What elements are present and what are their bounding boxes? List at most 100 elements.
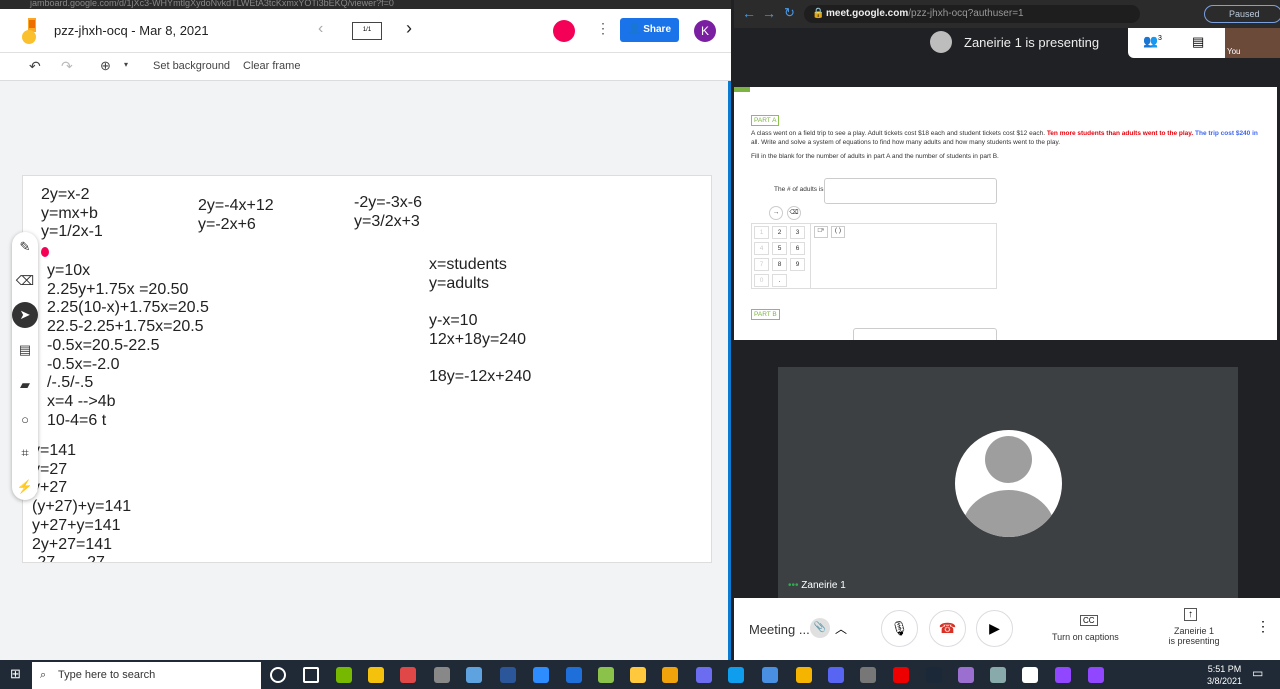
more-options-icon[interactable]: ⋮ bbox=[1256, 618, 1270, 635]
discord-icon[interactable] bbox=[860, 667, 876, 683]
mail-icon[interactable] bbox=[796, 667, 812, 683]
mic-button[interactable]: 🎙 bbox=[881, 610, 918, 647]
steam-icon[interactable] bbox=[958, 667, 974, 683]
keypad-key[interactable]: 3 bbox=[790, 226, 805, 239]
collaborator-avatar[interactable] bbox=[553, 20, 575, 42]
keypad-key[interactable]: 6 bbox=[790, 242, 805, 255]
app-icon[interactable] bbox=[598, 667, 614, 683]
clock[interactable]: 5:51 PM 3/8/2021 bbox=[1207, 663, 1242, 687]
adults-label: The # of adults is bbox=[774, 186, 824, 193]
presenting-button[interactable]: Zaneirie 1 is presenting bbox=[1159, 626, 1229, 646]
people-icon[interactable]: 👥3 bbox=[1143, 34, 1162, 48]
prev-frame-icon[interactable]: ‹ bbox=[318, 20, 323, 38]
eraser-icon[interactable]: ⌫ bbox=[12, 268, 38, 294]
clear-frame-button[interactable]: Clear frame bbox=[243, 60, 300, 72]
exponent-key[interactable]: □ⁿ bbox=[814, 226, 828, 238]
present-icon[interactable]: ↑ bbox=[1184, 608, 1197, 621]
participant-tile: ••• Zaneirie 1 bbox=[778, 367, 1238, 598]
keypad-key[interactable]: 7 bbox=[754, 258, 769, 271]
note-col3: -2y=-3x-6 y=3/2x+3 bbox=[354, 194, 423, 230]
app-icon[interactable] bbox=[434, 667, 450, 683]
chrome-icon[interactable] bbox=[828, 667, 844, 683]
task-view-icon[interactable] bbox=[303, 667, 319, 683]
right-arrow-key[interactable]: → bbox=[769, 206, 783, 220]
windows-start-icon[interactable]: ⊞ bbox=[10, 666, 21, 682]
end-call-button[interactable]: ☎ bbox=[929, 610, 966, 647]
captions-icon[interactable]: CC bbox=[1080, 615, 1098, 626]
camera-icon[interactable] bbox=[1022, 667, 1038, 683]
app-icon[interactable] bbox=[893, 667, 909, 683]
zoom-dropdown-icon[interactable]: ▾ bbox=[124, 60, 128, 69]
adults-input[interactable] bbox=[824, 178, 997, 204]
self-view: You bbox=[1225, 28, 1280, 58]
keypad-key[interactable]: 4 bbox=[754, 242, 769, 255]
meet-address-bar[interactable]: 🔒 meet.google.com/pzz-jhxh-ocq?authuser=1 bbox=[804, 5, 1140, 23]
cortana-icon[interactable] bbox=[270, 667, 286, 683]
app-icon[interactable] bbox=[990, 667, 1006, 683]
app-icon[interactable] bbox=[728, 667, 744, 683]
keypad-key[interactable]: 1 bbox=[754, 226, 769, 239]
backspace-key[interactable]: ⌫ bbox=[787, 206, 801, 220]
more-icon[interactable]: ⋮ bbox=[596, 20, 610, 37]
parentheses-key[interactable]: ( ) bbox=[831, 226, 845, 238]
set-background-button[interactable]: Set background bbox=[153, 60, 230, 72]
next-frame-icon[interactable]: › bbox=[406, 18, 412, 39]
image-icon[interactable]: ▰ bbox=[12, 372, 38, 398]
pen-mark bbox=[41, 247, 49, 257]
share-label: Share bbox=[643, 24, 672, 35]
attachment-icon[interactable]: 📎 bbox=[810, 618, 830, 638]
sublime-icon[interactable] bbox=[696, 667, 712, 683]
jam-frame[interactable]: 2y=x-2 y=mx+b y=1/2x-1 2y=-4x+12 y=-2x+6… bbox=[22, 175, 712, 563]
keypad-key[interactable]: 2 bbox=[772, 226, 787, 239]
circle-icon[interactable]: ○ bbox=[12, 406, 38, 432]
address-bar[interactable]: jamboard.google.com/d/1jXc3-WHYmtlgXydoN… bbox=[0, 0, 731, 9]
keypad-key[interactable]: 8 bbox=[772, 258, 787, 271]
pen-icon[interactable]: ✎ bbox=[12, 234, 38, 260]
app-icon[interactable] bbox=[336, 667, 352, 683]
redo-icon[interactable]: ↷ bbox=[61, 58, 73, 75]
jam-title[interactable]: pzz-jhxh-ocq - Mar 8, 2021 bbox=[54, 23, 209, 38]
text-box-icon[interactable]: ⌗ bbox=[12, 440, 38, 466]
app-icon[interactable] bbox=[466, 667, 482, 683]
jamboard-window: jamboard.google.com/d/1jXc3-WHYmtlgXydoN… bbox=[0, 0, 731, 660]
forward-icon[interactable]: → bbox=[762, 5, 776, 21]
file-explorer-icon[interactable] bbox=[662, 667, 678, 683]
word-icon[interactable] bbox=[533, 667, 549, 683]
paused-profile-button[interactable]: Paused bbox=[1204, 5, 1280, 23]
opera-icon[interactable] bbox=[926, 667, 942, 683]
zoom-icon[interactable]: ⊕ bbox=[100, 58, 111, 74]
twitch-icon[interactable] bbox=[1088, 667, 1104, 683]
keypad-key[interactable]: 9 bbox=[790, 258, 805, 271]
keypad-key[interactable]: 0 bbox=[754, 274, 769, 287]
jamboard-header: pzz-jhxh-ocq - Mar 8, 2021 ‹ 1/1 › ⋮ 👤 S… bbox=[0, 9, 731, 53]
paint-icon[interactable] bbox=[500, 667, 516, 683]
zoom-icon[interactable] bbox=[566, 667, 582, 683]
share-button[interactable]: 👤 Share bbox=[620, 18, 679, 42]
frame-bar-button[interactable]: 1/1 bbox=[352, 22, 382, 40]
students-input[interactable] bbox=[853, 328, 997, 340]
laser-icon[interactable]: ⚡ bbox=[12, 474, 38, 500]
reload-icon[interactable]: ↻ bbox=[784, 5, 795, 21]
captions-button[interactable]: Turn on captions bbox=[1052, 632, 1119, 642]
chat-icon[interactable]: ▤ bbox=[1192, 34, 1204, 50]
notifications-icon[interactable]: ▭ bbox=[1252, 666, 1263, 680]
participant-avatar bbox=[955, 430, 1062, 537]
jamboard-logo bbox=[22, 18, 36, 44]
chevron-up-icon[interactable]: ︿ bbox=[835, 620, 847, 637]
notepad-icon[interactable] bbox=[1055, 667, 1071, 683]
edge-icon[interactable] bbox=[762, 667, 778, 683]
camera-button[interactable]: ▶ bbox=[976, 610, 1013, 647]
sticky-note-icon[interactable]: ▤ bbox=[12, 337, 38, 363]
back-icon[interactable]: ← bbox=[742, 5, 756, 21]
app-icon[interactable] bbox=[630, 667, 646, 683]
account-avatar[interactable]: K bbox=[694, 20, 716, 42]
app-icon[interactable] bbox=[400, 667, 416, 683]
keypad-key[interactable]: . bbox=[772, 274, 787, 287]
url-path: /pzz-jhxh-ocq?authuser=1 bbox=[908, 8, 1024, 19]
select-icon[interactable]: ➤ bbox=[12, 302, 38, 328]
keypad-key[interactable]: 5 bbox=[772, 242, 787, 255]
meeting-details-button[interactable]: Meeting ... bbox=[749, 622, 810, 637]
nvidia-icon[interactable] bbox=[368, 667, 384, 683]
undo-icon[interactable]: ↶ bbox=[29, 58, 41, 75]
taskbar-search[interactable]: ⌕ Type here to search bbox=[32, 662, 261, 689]
